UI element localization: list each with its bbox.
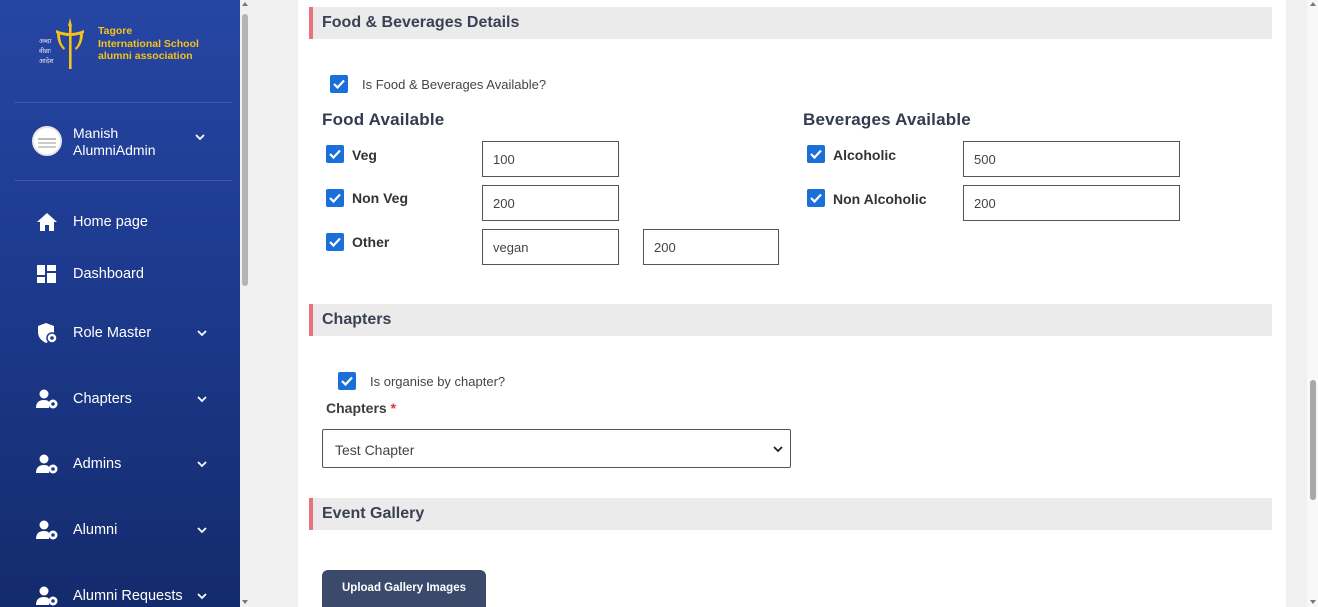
sidebar-item-label: Admins (73, 456, 122, 472)
sidebar-item-role-master[interactable]: Role Master (36, 322, 216, 346)
chevron-down-icon (197, 461, 207, 468)
dashboard-icon (37, 265, 56, 283)
chevron-down-icon (197, 593, 207, 600)
other-food-name-input[interactable] (482, 229, 619, 265)
user-role-name: AlumniAdmin (73, 141, 156, 158)
veg-label: Veg (352, 147, 377, 163)
check-icon (329, 149, 341, 160)
section-title: Chapters (322, 311, 392, 328)
logo-text: Tagore International School alumni assoc… (98, 25, 199, 63)
alcoholic-label: Alcoholic (833, 147, 897, 163)
section-title: Food & Beverages Details (322, 14, 520, 31)
sidebar-item-admins[interactable]: Admins (36, 453, 216, 477)
sidebar-item-label: Role Master (73, 325, 152, 341)
chapters-field-label: Chapters * (326, 400, 396, 416)
chevron-down-icon (197, 527, 207, 534)
sidebar-item-label: Alumni Requests (73, 588, 183, 604)
user-gear-icon (36, 586, 58, 606)
check-icon (329, 237, 341, 248)
non-veg-label: Non Veg (352, 190, 409, 206)
section-header-event-gallery: Event Gallery (309, 498, 1272, 530)
svg-text:आदेश: आदेश (39, 57, 54, 65)
chevron-down-icon (197, 396, 207, 403)
other-food-quantity-input[interactable] (643, 229, 779, 265)
avatar (32, 126, 62, 156)
user-gear-icon (36, 389, 58, 409)
non-alcoholic-label: Non Alcoholic (833, 191, 927, 207)
upload-gallery-images-button[interactable]: Upload Gallery Images (322, 570, 486, 607)
other-food-checkbox[interactable] (326, 233, 344, 251)
user-name: Manish AlumniAdmin (73, 125, 155, 158)
section-header-food-beverages: Food & Beverages Details (309, 7, 1272, 39)
svg-text:अब्दा: अब्दा (39, 37, 52, 45)
veg-checkbox[interactable] (326, 145, 344, 163)
logo-emblem-icon: अब्दा वीव्राः आदेश (39, 18, 84, 69)
other-food-label: Other (352, 234, 390, 250)
sidebar-divider (14, 180, 232, 181)
sidebar-item-alumni[interactable]: Alumni (36, 519, 216, 543)
logo-line-2: International School (98, 37, 199, 50)
food-available-title: Food Available (322, 110, 445, 129)
role-shield-icon (38, 323, 58, 344)
alcoholic-quantity-input[interactable] (963, 141, 1180, 177)
sidebar-item-home-page[interactable]: Home page (36, 211, 216, 235)
alcoholic-checkbox[interactable] (807, 145, 825, 163)
sidebar-item-label: Alumni (73, 522, 118, 538)
chevron-down-icon (773, 446, 783, 453)
check-icon (341, 376, 353, 387)
check-icon (329, 193, 341, 204)
check-icon (333, 79, 345, 90)
sidebar: अब्दा वीव्राः आदेश Tagore International … (0, 0, 240, 607)
section-header-chapters: Chapters (309, 304, 1272, 336)
sidebar-item-label: Home page (73, 214, 148, 230)
sidebar-item-alumni-requests[interactable]: Alumni Requests (36, 585, 216, 607)
logo-line-3: alumni association (98, 50, 193, 62)
sidebar-item-chapters[interactable]: Chapters (36, 388, 216, 412)
home-icon (37, 213, 57, 231)
food-beverages-available-label: Is Food & Beverages Available? (362, 77, 547, 92)
scroll-up-arrow-icon[interactable] (1310, 2, 1316, 6)
chapters-select-value: Test Chapter (335, 442, 415, 458)
scrollbar-thumb[interactable] (242, 14, 248, 286)
chapters-select[interactable]: Test Chapter (322, 429, 791, 468)
non-veg-checkbox[interactable] (326, 189, 344, 207)
food-beverages-available-checkbox[interactable] (330, 75, 348, 93)
organise-by-chapter-label: Is organise by chapter? (370, 374, 506, 389)
user-gear-icon (36, 454, 58, 474)
user-first-name: Manish (73, 125, 119, 141)
sidebar-item-label: Chapters (73, 391, 132, 407)
chapters-field-label-text: Chapters (326, 400, 387, 416)
check-icon (810, 193, 822, 204)
svg-text:वीव्राः: वीव्राः (39, 47, 52, 55)
chevron-down-icon (195, 134, 205, 141)
user-profile-menu[interactable]: Manish AlumniAdmin (32, 125, 217, 159)
sidebar-divider (14, 102, 232, 103)
user-gear-icon (36, 520, 58, 540)
non-alcoholic-checkbox[interactable] (807, 189, 825, 207)
scroll-down-arrow-icon[interactable] (242, 600, 248, 604)
beverages-available-title: Beverages Available (803, 110, 971, 129)
section-title: Event Gallery (322, 505, 425, 522)
school-logo[interactable]: अब्दा वीव्राः आदेश Tagore International … (38, 16, 208, 72)
sidebar-scrollbar[interactable] (240, 0, 250, 607)
veg-quantity-input[interactable] (482, 141, 619, 177)
scroll-down-arrow-icon[interactable] (1310, 600, 1316, 604)
non-veg-quantity-input[interactable] (482, 185, 619, 221)
required-mark: * (390, 400, 397, 416)
scroll-up-arrow-icon[interactable] (242, 2, 248, 6)
check-icon (810, 149, 822, 160)
page-scrollbar[interactable] (1307, 0, 1318, 607)
sidebar-item-dashboard[interactable]: Dashboard (36, 263, 216, 287)
non-alcoholic-quantity-input[interactable] (963, 185, 1180, 221)
organise-by-chapter-checkbox[interactable] (338, 372, 356, 390)
chevron-down-icon (197, 330, 207, 337)
scrollbar-thumb[interactable] (1310, 380, 1316, 500)
logo-line-1: Tagore (98, 25, 133, 37)
sidebar-item-label: Dashboard (73, 266, 144, 282)
